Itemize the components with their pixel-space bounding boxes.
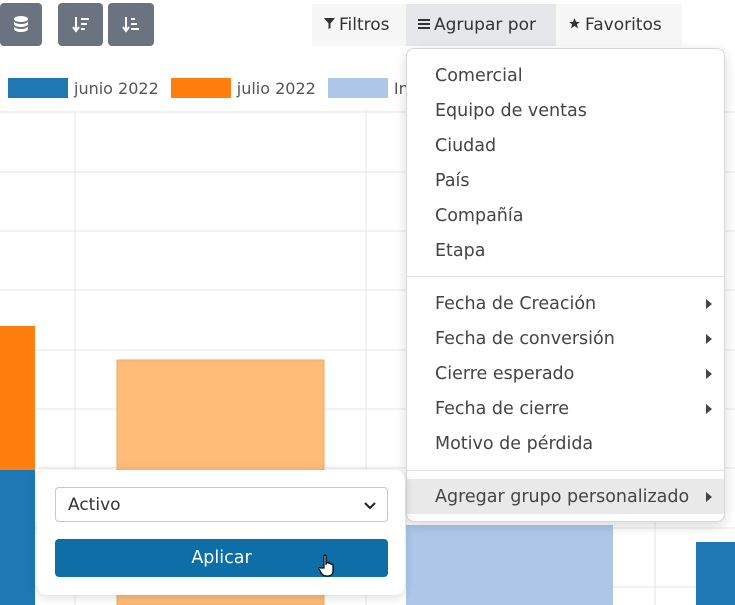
custom-group-field-select[interactable]: Activo	[55, 487, 388, 522]
filters-button[interactable]: Filtros	[312, 4, 406, 46]
caret-right-icon	[706, 299, 712, 309]
caret-right-icon	[706, 404, 712, 414]
legend-item-junio[interactable]: junio 2022	[8, 78, 159, 98]
option-label: Ciudad	[435, 135, 497, 156]
legend-item-julio[interactable]: julio 2022	[170, 78, 316, 98]
chart-legend: junio 2022 julio 2022 Inde	[8, 78, 441, 98]
legend-label: julio 2022	[236, 78, 316, 98]
group-by-dropdown: Comercial Equipo de ventas Ciudad País C…	[406, 48, 725, 522]
legend-swatch	[327, 78, 388, 98]
custom-group-panel: Activo Aplicar	[37, 470, 405, 595]
group-by-option-fecha-creacion[interactable]: Fecha de Creación	[407, 286, 724, 321]
group-by-option-pais[interactable]: País	[407, 163, 724, 198]
menu-divider	[407, 470, 724, 471]
group-by-option-fecha-cierre[interactable]: Fecha de cierre	[407, 391, 724, 426]
group-by-button[interactable]: Agrupar por	[406, 4, 556, 46]
apply-button[interactable]: Aplicar	[55, 539, 388, 577]
group-by-option-etapa[interactable]: Etapa	[407, 233, 724, 268]
menu-lines-icon	[418, 18, 430, 33]
option-label: Motivo de pérdida	[435, 433, 594, 454]
caret-right-icon	[706, 369, 712, 379]
option-label: Comercial	[435, 65, 523, 86]
option-label: Agregar grupo personalizado	[435, 486, 690, 507]
option-label: Etapa	[435, 240, 486, 261]
select-value: Activo	[68, 494, 121, 515]
filter-icon	[324, 17, 335, 33]
caret-right-icon	[706, 334, 712, 344]
sort-ascending-button[interactable]	[108, 3, 154, 46]
sort-descending-button[interactable]	[58, 3, 103, 46]
caret-right-icon	[706, 492, 712, 502]
database-button[interactable]	[0, 3, 42, 46]
bar-orange-1[interactable]	[0, 326, 35, 470]
database-icon	[12, 15, 30, 35]
bar-blue-2[interactable]	[696, 542, 735, 605]
group-by-option-fecha-conversion[interactable]: Fecha de conversión	[407, 321, 724, 356]
hand-cursor-icon	[318, 554, 338, 582]
option-label: Fecha de cierre	[435, 398, 570, 419]
add-custom-group-item[interactable]: Agregar grupo personalizado	[407, 479, 724, 514]
menu-divider	[407, 276, 724, 277]
sort-ascending-icon	[121, 15, 141, 35]
group-by-label: Agrupar por	[434, 15, 536, 35]
group-by-option-cierre-esperado[interactable]: Cierre esperado	[407, 356, 724, 391]
group-by-option-comercial[interactable]: Comercial	[407, 58, 724, 93]
legend-swatch	[8, 78, 68, 98]
option-label: Fecha de Creación	[435, 293, 597, 314]
filters-label: Filtros	[339, 15, 390, 35]
legend-label: junio 2022	[74, 78, 159, 98]
group-by-option-ciudad[interactable]: Ciudad	[407, 128, 724, 163]
option-label: Compañía	[435, 205, 524, 226]
group-by-option-compania[interactable]: Compañía	[407, 198, 724, 233]
favorites-button[interactable]: Favoritos	[556, 4, 682, 46]
option-label: Cierre esperado	[435, 363, 575, 384]
option-label: Equipo de ventas	[435, 100, 587, 121]
option-label: Fecha de conversión	[435, 328, 615, 349]
favorites-label: Favoritos	[585, 15, 662, 35]
chevron-down-icon	[363, 498, 377, 518]
sort-descending-icon	[71, 15, 91, 35]
star-icon	[568, 17, 581, 34]
group-by-option-motivo-perdida[interactable]: Motivo de pérdida	[407, 426, 724, 461]
bar-light-blue[interactable]	[406, 525, 613, 605]
legend-swatch	[170, 78, 231, 98]
option-label: País	[435, 170, 470, 191]
group-by-option-equipo[interactable]: Equipo de ventas	[407, 93, 724, 128]
bar-blue-1[interactable]	[0, 470, 35, 605]
apply-label: Aplicar	[191, 548, 252, 568]
